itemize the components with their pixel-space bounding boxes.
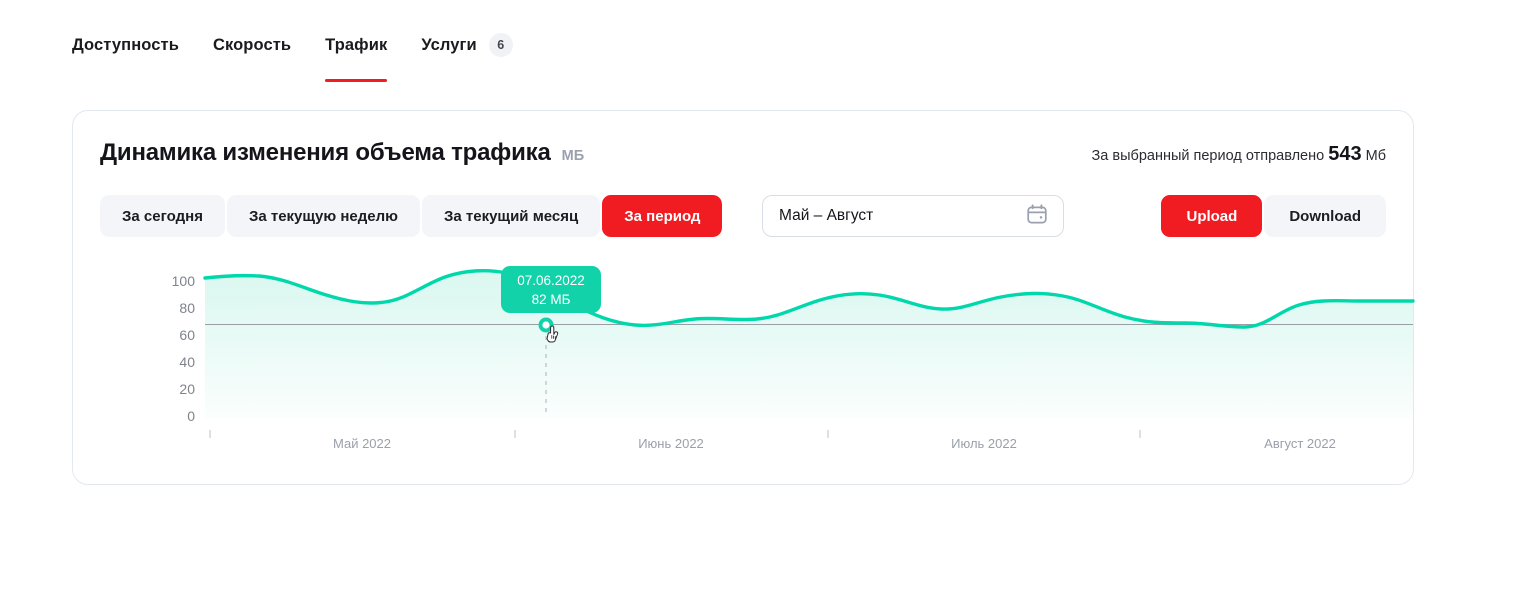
period-button-today[interactable]: За сегодня bbox=[100, 195, 225, 237]
y-tick-label: 80 bbox=[179, 300, 195, 316]
summary-suffix: Мб bbox=[1365, 148, 1386, 164]
tab-label: Трафик bbox=[325, 35, 388, 54]
tab-label: Услуги bbox=[421, 35, 477, 54]
tab-speed[interactable]: Скорость bbox=[213, 34, 307, 56]
tab-active-underline bbox=[325, 79, 388, 82]
chart-tooltip: 07.06.2022 82 МБ bbox=[501, 266, 601, 313]
y-tick-label: 0 bbox=[187, 408, 195, 424]
x-axis-labels: Май 2022 Июнь 2022 Июль 2022 Август 2022 bbox=[333, 436, 1336, 451]
direction-segmented-control: Upload Download bbox=[1161, 195, 1386, 237]
period-summary: За выбранный период отправлено 543 Мб bbox=[1092, 143, 1386, 166]
x-tick-label: Август 2022 bbox=[1264, 436, 1336, 451]
upload-button[interactable]: Upload bbox=[1161, 195, 1263, 237]
y-tick-label: 60 bbox=[179, 327, 195, 343]
calendar-icon[interactable] bbox=[1025, 202, 1049, 231]
chart-controls: За сегодня За текущую неделю За текущий … bbox=[100, 195, 1386, 237]
tooltip-value: 82 МБ bbox=[532, 292, 571, 307]
y-tick-label: 20 bbox=[179, 381, 195, 397]
x-tick-label: Июль 2022 bbox=[951, 436, 1017, 451]
tab-bar: Доступность Скорость Трафик Услуги 6 bbox=[72, 33, 529, 82]
card-title-group: Динамика изменения объема трафика МБ bbox=[100, 139, 584, 167]
summary-value: 543 bbox=[1328, 143, 1362, 165]
tab-services[interactable]: Услуги 6 bbox=[421, 33, 528, 57]
x-tick-label: Июнь 2022 bbox=[638, 436, 704, 451]
period-button-month[interactable]: За текущий месяц bbox=[421, 195, 601, 237]
traffic-chart-card: Динамика изменения объема трафика МБ За … bbox=[72, 110, 1415, 485]
tab-availability[interactable]: Доступность bbox=[72, 34, 195, 56]
traffic-chart[interactable]: 100 80 60 40 20 0 07.06.2022 82 МБ Май 2… bbox=[73, 261, 1415, 476]
x-tick-label: Май 2022 bbox=[333, 436, 391, 451]
y-axis-labels: 100 80 60 40 20 0 bbox=[172, 273, 196, 424]
summary-prefix: За выбранный период отправлено bbox=[1091, 148, 1325, 164]
chart-area-fill bbox=[205, 270, 1413, 419]
date-range-input[interactable]: Май – Август bbox=[762, 195, 1064, 237]
period-segmented-control: За сегодня За текущую неделю За текущий … bbox=[100, 195, 723, 237]
card-header: Динамика изменения объема трафика МБ За … bbox=[100, 139, 1386, 169]
period-button-custom[interactable]: За период bbox=[602, 195, 723, 237]
card-title-unit: МБ bbox=[561, 148, 585, 164]
tooltip-date: 07.06.2022 bbox=[517, 273, 585, 288]
tab-label: Скорость bbox=[212, 35, 292, 54]
tab-services-badge: 6 bbox=[488, 33, 513, 57]
date-range-value: Май – Август bbox=[779, 207, 874, 224]
download-button[interactable]: Download bbox=[1264, 195, 1386, 237]
chart-svg[interactable]: 100 80 60 40 20 0 07.06.2022 82 МБ Май 2… bbox=[73, 261, 1415, 476]
page-title: Динамика изменения объема трафика bbox=[100, 139, 551, 166]
period-button-week[interactable]: За текущую неделю bbox=[226, 195, 420, 237]
tab-label: Доступность bbox=[72, 35, 179, 54]
tab-traffic[interactable]: Трафик bbox=[325, 34, 403, 82]
y-tick-label: 40 bbox=[179, 354, 195, 370]
y-tick-label: 100 bbox=[172, 273, 196, 289]
